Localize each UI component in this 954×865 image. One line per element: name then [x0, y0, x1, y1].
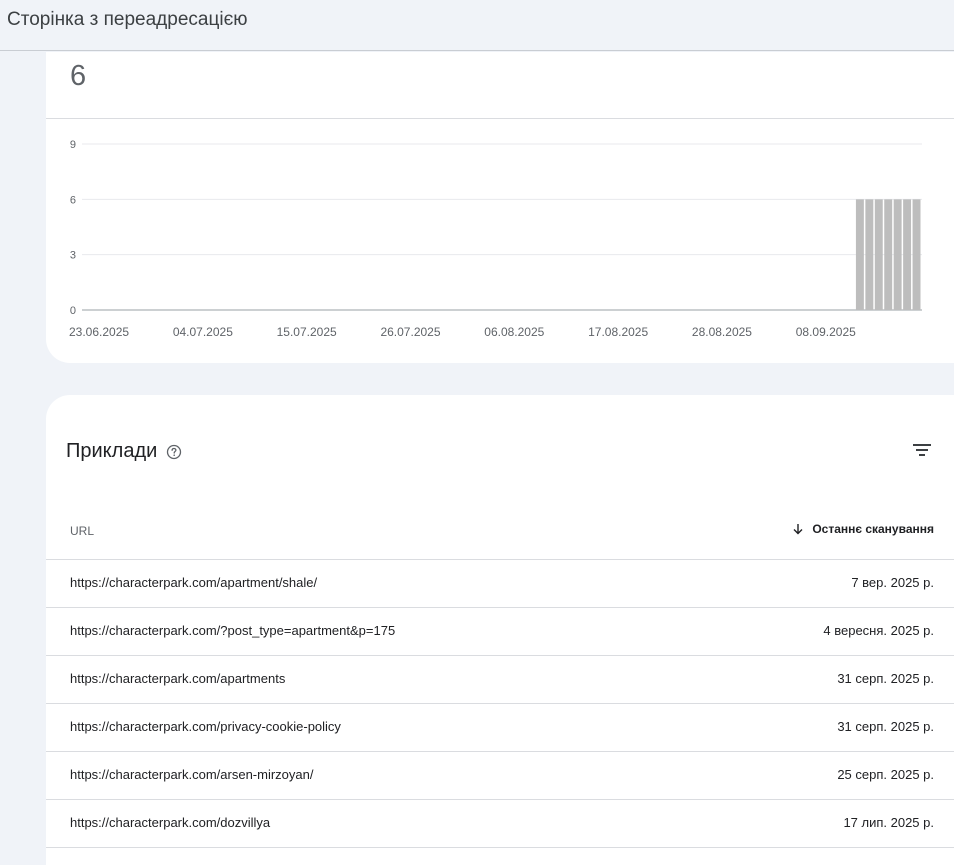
- chart-bar[interactable]: [874, 199, 883, 310]
- x-tick-label: 28.08.2025: [692, 325, 752, 339]
- chart-bar[interactable]: [865, 199, 874, 310]
- table-row[interactable]: https://characterpark.com/apartment/shal…: [46, 560, 954, 608]
- x-tick-label: 04.07.2025: [173, 325, 233, 339]
- chart-bar[interactable]: [884, 199, 893, 310]
- help-circle-icon[interactable]: [166, 444, 182, 460]
- row-last-crawl-date: 25 серп. 2025 р.: [837, 767, 934, 782]
- table-body: https://characterpark.com/apartment/shal…: [46, 560, 954, 848]
- examples-title: Приклади: [66, 440, 158, 462]
- row-url[interactable]: https://characterpark.com/arsen-mirzoyan…: [70, 767, 313, 782]
- x-tick-label: 17.08.2025: [588, 325, 648, 339]
- filter-list-icon[interactable]: [911, 439, 933, 461]
- row-url[interactable]: https://characterpark.com/privacy-cookie…: [70, 719, 341, 734]
- table-row[interactable]: https://characterpark.com/privacy-cookie…: [46, 704, 954, 752]
- row-url[interactable]: https://characterpark.com/dozvillya: [70, 815, 270, 830]
- x-tick-label: 23.06.2025: [69, 325, 129, 339]
- examples-header: Приклади: [66, 440, 182, 463]
- column-header-last-crawl-label: Останнє сканування: [812, 522, 934, 536]
- row-last-crawl-date: 17 лип. 2025 р.: [843, 815, 934, 830]
- column-header-url[interactable]: URL: [70, 524, 94, 538]
- chart-bar[interactable]: [903, 199, 912, 310]
- page-title: Сторінка з переадресацією: [7, 9, 248, 30]
- table-row[interactable]: https://characterpark.com/apartments 31 с…: [46, 656, 954, 704]
- row-url[interactable]: https://characterpark.com/?post_type=apa…: [70, 623, 395, 638]
- y-tick-label: 6: [70, 194, 76, 206]
- row-last-crawl-date: 7 вер. 2025 р.: [851, 575, 934, 590]
- chart-bar[interactable]: [893, 199, 902, 310]
- chart-bar[interactable]: [912, 199, 921, 310]
- examples-card: Приклади URL Останнє сканування https://…: [46, 395, 954, 865]
- bar-chart: 9 6 3 0 23.06.2025 04.07.2025 15.07.2025 26.07.…: [69, 139, 922, 339]
- row-url[interactable]: https://characterpark.com/apartment/shal…: [70, 575, 317, 590]
- x-tick-label: 08.09.2025: [796, 325, 856, 339]
- x-tick-label: 06.08.2025: [484, 325, 544, 339]
- row-last-crawl-date: 4 вересня. 2025 р.: [823, 623, 934, 638]
- x-tick-label: 26.07.2025: [380, 325, 440, 339]
- summary-card: 6 9 6 3 0 23.06.2025 04.07.2025 15.07.2025 26.0…: [46, 52, 954, 363]
- y-tick-label: 9: [70, 139, 76, 151]
- row-url[interactable]: https://characterpark.com/apartments: [70, 671, 285, 686]
- arrow-down-icon: [793, 524, 803, 535]
- row-last-crawl-date: 31 серп. 2025 р.: [837, 719, 934, 734]
- y-tick-label: 0: [70, 305, 76, 317]
- top-bar: Сторінка з переадресацією: [0, 0, 954, 51]
- row-last-crawl-date: 31 серп. 2025 р.: [837, 671, 934, 686]
- chart-bar[interactable]: [855, 199, 864, 310]
- y-tick-label: 3: [70, 250, 76, 262]
- column-header-last-crawl[interactable]: Останнє сканування: [792, 522, 934, 536]
- x-tick-label: 15.07.2025: [277, 325, 337, 339]
- table-row[interactable]: https://characterpark.com/?post_type=apa…: [46, 608, 954, 656]
- table-header: URL Останнє сканування: [46, 507, 954, 560]
- table-row[interactable]: https://characterpark.com/arsen-mirzoyan…: [46, 752, 954, 800]
- examples-table: URL Останнє сканування https://character…: [46, 507, 954, 848]
